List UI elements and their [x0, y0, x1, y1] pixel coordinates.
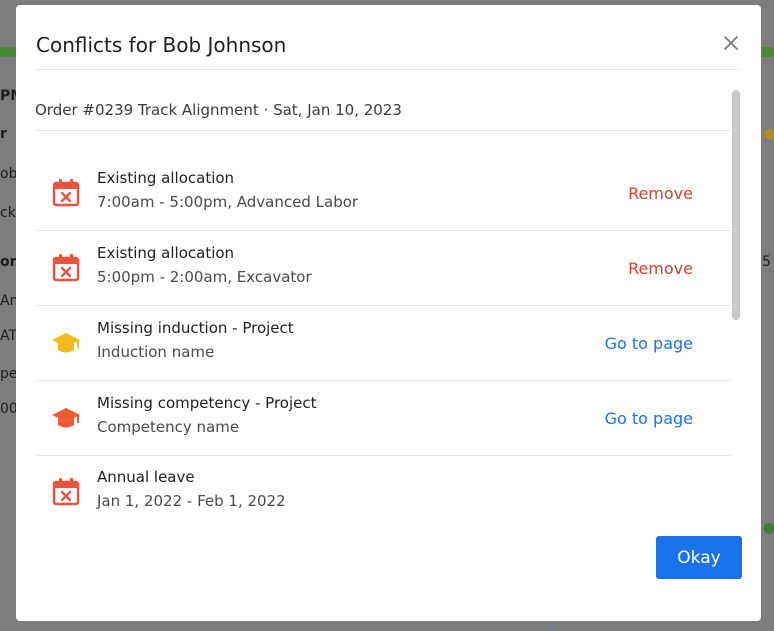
conflict-row: Missing induction - Project Induction na…: [35, 306, 731, 381]
conflict-detail: Competency name: [97, 418, 240, 436]
calendar-x-icon: [51, 477, 81, 507]
go-to-page-button[interactable]: Go to page: [605, 334, 693, 353]
conflict-title: Annual leave: [97, 468, 195, 486]
order-summary: Order #0239 Track Alignment · Sat, Jan 1…: [35, 101, 402, 119]
conflicts-scroll-area[interactable]: Order #0239 Track Alignment · Sat, Jan 1…: [35, 70, 743, 516]
close-icon[interactable]: [723, 35, 739, 51]
background-label: ck: [0, 205, 16, 221]
graduation-cap-icon: [51, 403, 81, 433]
okay-button[interactable]: Okay: [656, 536, 742, 579]
graduation-cap-icon: [51, 328, 81, 358]
go-to-page-button[interactable]: Go to page: [605, 409, 693, 428]
conflict-title: Existing allocation: [97, 244, 235, 262]
background-label: r: [0, 126, 7, 142]
conflict-row: Existing allocation 7:00am - 5:00pm, Adv…: [35, 156, 731, 231]
order-divider: [35, 130, 731, 131]
conflict-row: Existing allocation 5:00pm - 2:00am, Exc…: [35, 231, 731, 306]
conflict-detail: 7:00am - 5:00pm, Advanced Labor: [97, 193, 359, 211]
background-label: or: [0, 254, 17, 270]
background-label: ob: [0, 166, 18, 182]
conflict-title: Existing allocation: [97, 169, 235, 187]
remove-button[interactable]: Remove: [628, 259, 693, 278]
conflict-row: Annual leave Jan 1, 2022 - Feb 1, 2022: [35, 455, 731, 516]
people-icon: ●●: [763, 126, 774, 142]
background-status-strip: [0, 47, 16, 57]
conflict-detail: Jan 1, 2022 - Feb 1, 2022: [97, 492, 286, 510]
calendar-x-icon: [51, 253, 81, 283]
scrollbar-thumb[interactable]: [732, 90, 740, 320]
conflict-detail: Induction name: [97, 343, 215, 361]
dialog-title: Conflicts for Bob Johnson: [36, 33, 287, 57]
conflict-title: Missing induction - Project: [97, 319, 294, 337]
remove-button[interactable]: Remove: [628, 184, 693, 203]
calendar-x-icon: [51, 178, 81, 208]
conflict-row: Missing competency - Project Competency …: [35, 381, 731, 456]
background-status-strip: [761, 47, 774, 57]
conflict-title: Missing competency - Project: [97, 394, 317, 412]
conflicts-dialog: Conflicts for Bob Johnson Order #0239 Tr…: [16, 5, 761, 621]
background-number: 5: [762, 254, 771, 270]
people-icon: ●●: [763, 520, 774, 536]
conflict-detail: 5:00pm - 2:00am, Excavator: [97, 268, 312, 286]
